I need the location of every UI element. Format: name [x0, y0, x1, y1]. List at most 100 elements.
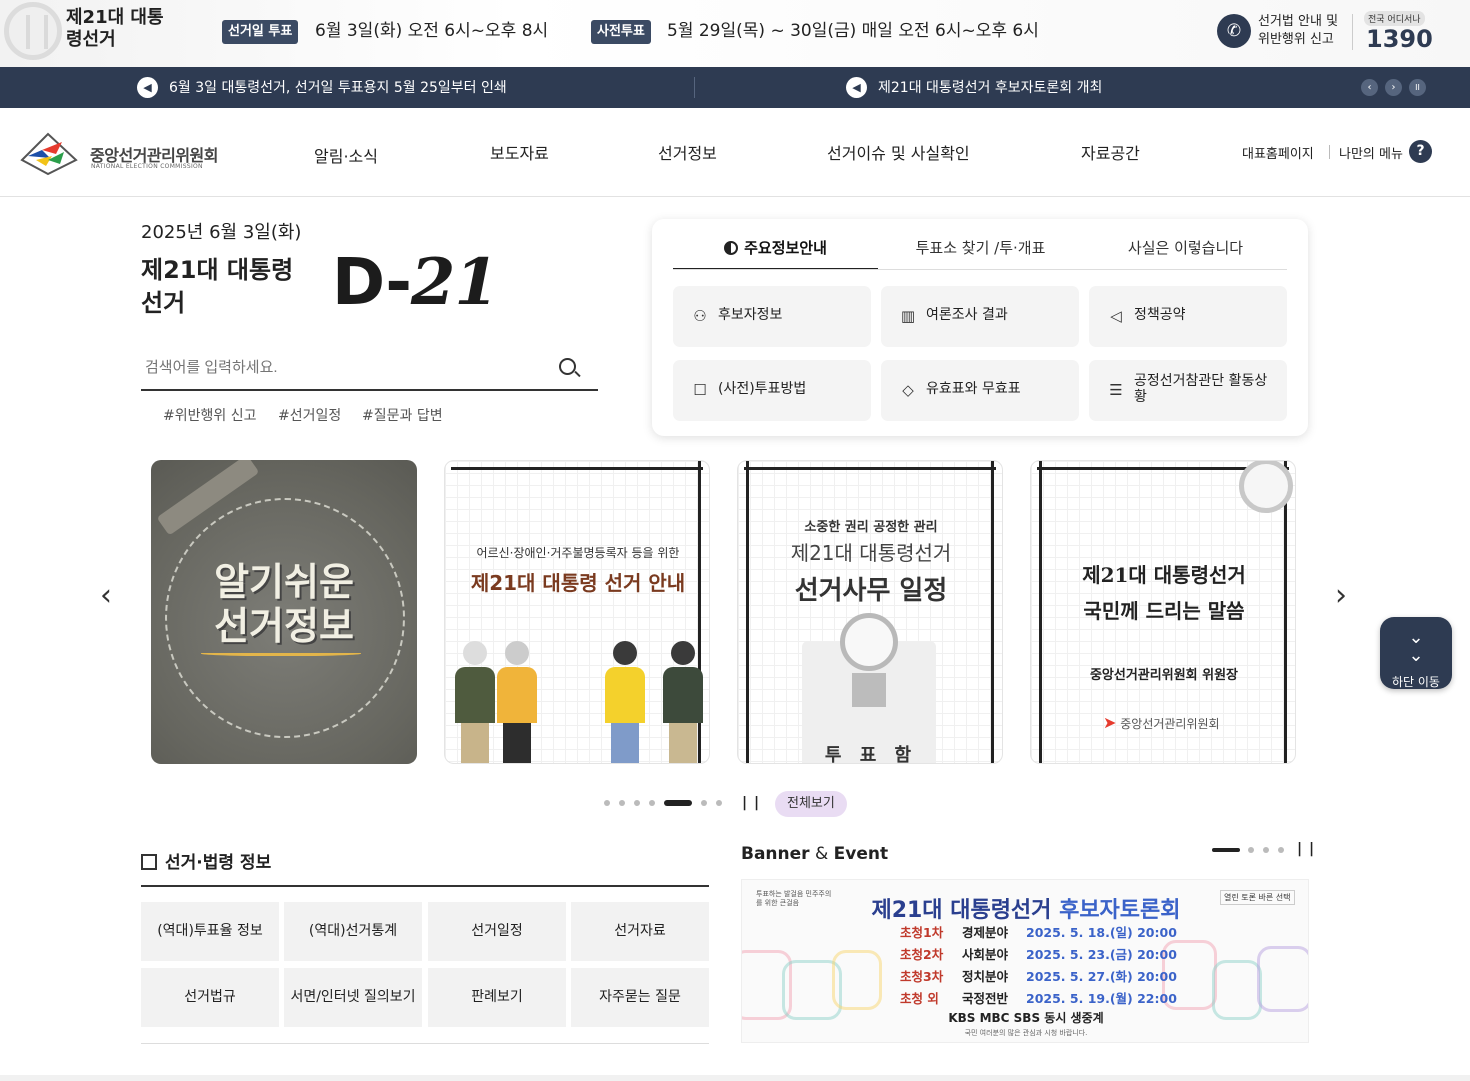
scroll-bottom-label: 하단 이동	[1392, 675, 1440, 689]
notice-prev-button[interactable]: ‹	[1361, 79, 1378, 96]
checkbox-icon	[141, 854, 157, 870]
tab-main-info[interactable]: 주요정보안내	[673, 237, 878, 270]
nav-item-news[interactable]: 알림·소식	[314, 143, 378, 167]
phone-icon[interactable]: ✆	[1217, 14, 1251, 48]
help-icon[interactable]: ?	[1409, 140, 1432, 163]
top-election-banner: 제21대 대통령선거 선거일 투표 6월 3일(화) 오전 6시~오후 8시 사…	[0, 0, 1470, 67]
hotline-number[interactable]: 1390	[1366, 25, 1433, 53]
divider	[1352, 14, 1353, 50]
tag-violation-report[interactable]: #위반행위 신고	[163, 405, 256, 425]
poll-results-button[interactable]: ▥ 여론조사 결과	[881, 286, 1079, 347]
search-input[interactable]	[145, 354, 545, 380]
document-icon: ☰	[1109, 381, 1123, 399]
carousel-dot[interactable]	[619, 800, 625, 806]
tag-qna[interactable]: #질문과 답변	[362, 405, 443, 425]
tag-election-schedule[interactable]: #선거일정	[278, 405, 341, 425]
carousel-dot[interactable]	[604, 800, 610, 806]
search-box	[141, 346, 598, 391]
nav-item-resources[interactable]: 자료공간	[1081, 140, 1140, 164]
candidate-info-button[interactable]: ⚇ 후보자정보	[673, 286, 871, 347]
notice-pause-button[interactable]: II	[1409, 79, 1426, 96]
notice-bar: ◀ 6월 3일 대통령선거, 선거일 투표용지 5월 25일부터 인쇄 ◀ 제2…	[0, 67, 1470, 108]
law-link-statistics[interactable]: (역대)선거통계	[284, 902, 422, 961]
valid-invalid-vote-button[interactable]: ◇ 유효표와 무효표	[881, 360, 1079, 421]
search-icon[interactable]	[557, 356, 581, 380]
banner-title: 제21대 대통령선거	[66, 7, 164, 50]
bar-chart-icon: ▥	[900, 307, 916, 325]
d-day-counter: D-21	[332, 245, 499, 320]
person-icon: ⚇	[693, 307, 707, 325]
carousel-dot-active[interactable]	[664, 800, 692, 806]
carousel-card-accessibility-guide[interactable]: 어르신·장애인·거주불명등록자 등을 위한 제21대 대통령 선거 안내	[444, 460, 710, 764]
frame-line	[746, 461, 749, 763]
carousel-card-election-schedule[interactable]: 소중한 권리 공정한 관리 제21대 대통령선거 선거사무 일정 투 표 함	[737, 460, 1003, 764]
debate-row: 초청 외 국정전반 2025. 5. 19.(월) 22:00	[900, 988, 1177, 1007]
nav-item-election-info[interactable]: 선거정보	[658, 140, 717, 164]
carousel-dot[interactable]	[716, 800, 722, 806]
card-title-line: 제21대 대통령선거	[1082, 563, 1246, 587]
law-link-schedule[interactable]: 선거일정	[428, 902, 566, 961]
section-divider	[141, 885, 709, 887]
debate-row: 초청2차 사회분야 2025. 5. 23.(금) 20:00	[900, 944, 1177, 963]
tab-label: 주요정보안내	[744, 239, 827, 257]
banner-note: 국민 여러분의 많은 관심과 시청 바랍니다.	[964, 1029, 1088, 1037]
election-title: 제21대 대통령선거	[141, 256, 294, 317]
d-day-prefix: D-	[332, 246, 412, 320]
main-homepage-link[interactable]: 대표홈페이지	[1242, 143, 1314, 162]
notice-next-button[interactable]: ›	[1385, 79, 1402, 96]
tab-divider	[673, 269, 1287, 270]
d-day-number: 21	[410, 245, 499, 320]
voting-method-button[interactable]: ☐ (사전)투표방법	[673, 360, 871, 421]
frame-line	[744, 467, 996, 470]
carousel-card-address-to-nation[interactable]: 제21대 대통령선거 국민께 드리는 말씀 중앙선거관리위원회 위원장 ➤ 중앙선…	[1030, 460, 1296, 764]
law-link-materials[interactable]: 선거자료	[571, 902, 709, 961]
card-title: 제21대 대통령 선거 안내	[470, 571, 686, 595]
chevron-down-icon: ⌄ ⌄	[1408, 627, 1424, 666]
carousel-pause-button[interactable]: | |	[742, 795, 760, 811]
ballot-box-icon: ☐	[693, 381, 707, 399]
nec-logo[interactable]: 중앙선거관리위원회 NATIONAL ELECTION COMMISSION	[18, 130, 218, 178]
debate-field: 정치분야	[962, 969, 1009, 984]
card-title: 알기쉬운 선거정보	[214, 560, 354, 648]
nav-item-issues[interactable]: 선거이슈 및 사실확인	[827, 140, 970, 164]
banner-dot[interactable]	[1263, 847, 1269, 853]
nav-item-press[interactable]: 보도자료	[490, 140, 549, 164]
carousel-prev-button[interactable]: ‹	[100, 578, 112, 613]
debate-date: 2025. 5. 19.(월) 22:00	[1026, 991, 1177, 1006]
carousel-next-button[interactable]: ›	[1335, 578, 1347, 613]
debate-banner[interactable]: 투표하는 발걸음 민주주의를 위한 큰걸음 열린 토론 바른 선택 제21대 대…	[741, 879, 1309, 1043]
scroll-bottom-button[interactable]: ⌄ ⌄ 하단 이동	[1380, 617, 1452, 689]
card-signature: 중앙선거관리위원회 위원장	[1089, 668, 1239, 683]
headline-part: 후보자토론회	[1059, 898, 1181, 923]
carousel-dot[interactable]	[634, 800, 640, 806]
decoration	[832, 950, 882, 1010]
banner-dot-active[interactable]	[1212, 848, 1240, 852]
banner-dot[interactable]	[1248, 847, 1254, 853]
view-all-button[interactable]: 전체보기	[775, 791, 847, 817]
carousel-dot[interactable]	[649, 800, 655, 806]
notice-right[interactable]: 제21대 대통령선거 후보자토론회 개최	[878, 77, 1102, 97]
banner-pause-button[interactable]: | |	[1297, 841, 1315, 857]
card-subtitle: 소중한 권리 공정한 관리	[804, 520, 938, 535]
logo-mark-icon: ➤	[1103, 713, 1117, 732]
card-logo-text: 중앙선거관리위원회	[1120, 717, 1220, 731]
elder-illustration	[497, 641, 537, 763]
observer-activity-button[interactable]: ☰ 공정선거참관단 활동상황	[1089, 360, 1287, 421]
policy-pledge-button[interactable]: ◁ 정책공약	[1089, 286, 1287, 347]
carousel-dot[interactable]	[701, 800, 707, 806]
carousel-card-easy-info[interactable]: 알기쉬운 선거정보	[151, 460, 417, 764]
notice-separator	[694, 77, 695, 98]
law-link-turnout[interactable]: (역대)투표율 정보	[141, 902, 279, 961]
law-link-precedents[interactable]: 판례보기	[428, 968, 566, 1027]
report-link[interactable]: 선거법 안내 및 위반행위 신고	[1258, 13, 1350, 49]
my-menu-link[interactable]: 나만의 메뉴	[1339, 143, 1403, 162]
tab-fact-check[interactable]: 사실은 이렇습니다	[1083, 237, 1288, 270]
notice-left[interactable]: 6월 3일 대통령선거, 선거일 투표용지 5월 25일부터 인쇄	[169, 77, 507, 97]
tab-polling-place[interactable]: 투표소 찾기 /투·개표	[878, 237, 1083, 270]
law-link-faq[interactable]: 자주묻는 질문	[571, 968, 709, 1027]
law-link-regulations[interactable]: 선거법규	[141, 968, 279, 1027]
debate-round: 초청1차	[900, 925, 944, 940]
banner-dot[interactable]	[1278, 847, 1284, 853]
banner-event-word: Banner	[741, 844, 810, 864]
law-link-inquiries[interactable]: 서면/인터넷 질의보기	[284, 968, 422, 1027]
